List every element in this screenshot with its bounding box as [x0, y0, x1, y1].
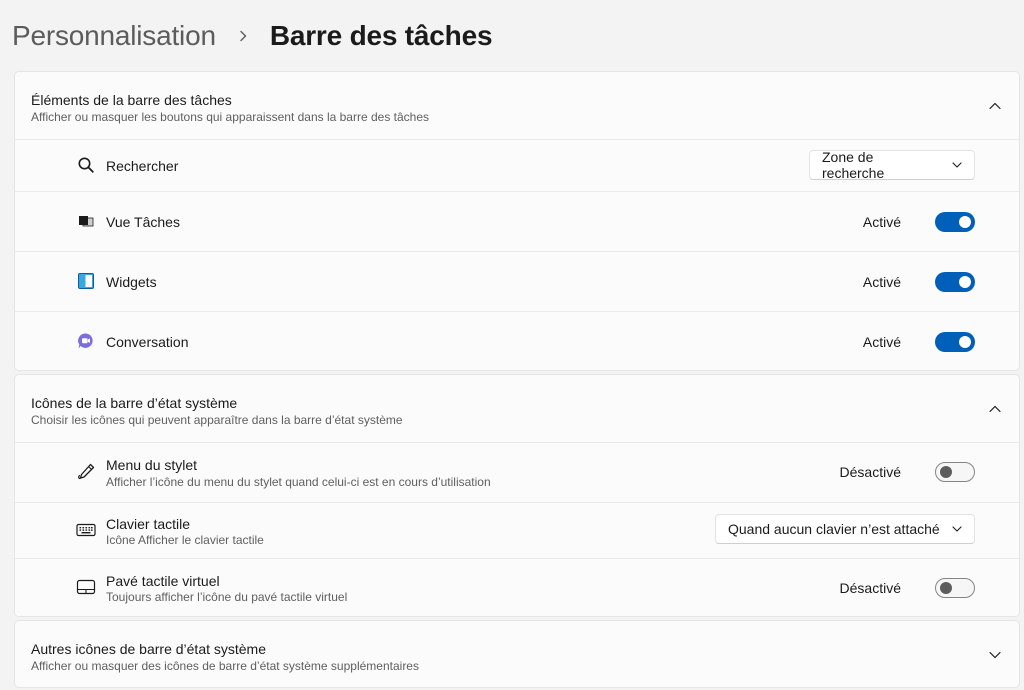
dropdown-value: Quand aucun clavier n’est attaché [728, 521, 940, 537]
touchpad-icon [75, 576, 97, 598]
pen-menu-toggle[interactable] [935, 462, 975, 482]
other-tray-icons-header[interactable]: Autres icônes de barre d’état système Af… [15, 621, 1019, 687]
toggle-knob [940, 466, 952, 478]
section-title: Éléments de la barre des tâches [31, 92, 232, 108]
setting-row-widgets: Widgets Activé [15, 251, 1019, 311]
row-label: Rechercher [106, 158, 179, 174]
setting-row-task-view: Vue Tâches Activé [15, 191, 1019, 251]
pen-icon [75, 461, 97, 483]
toggle-state-label: Activé [862, 274, 901, 290]
search-mode-dropdown[interactable]: Zone de recherche [809, 149, 975, 181]
toggle-state-label: Activé [862, 214, 901, 230]
toggle-group: Activé [863, 272, 975, 292]
toggle-group: Activé [863, 212, 975, 232]
chevron-up-icon[interactable] [987, 401, 1003, 417]
row-description: Icône Afficher le clavier tactile [106, 533, 264, 547]
other-tray-icons-card: Autres icônes de barre d’état système Af… [14, 620, 1020, 688]
toggle-knob [940, 582, 952, 594]
chevron-right-icon [232, 25, 254, 47]
breadcrumb: Personnalisation Barre des tâches [12, 16, 493, 56]
toggle-state-label: Désactivé [839, 464, 901, 480]
row-description: Afficher l’icône du menu du stylet quand… [106, 475, 491, 489]
chevron-down-icon[interactable] [987, 647, 1003, 663]
toggle-group: Désactivé [840, 462, 975, 482]
toggle-state-label: Désactivé [839, 580, 901, 596]
taskbar-items-header[interactable]: Éléments de la barre des tâches Afficher… [15, 72, 1019, 139]
section-description: Afficher ou masquer des icônes de barre … [31, 659, 419, 673]
search-icon [75, 154, 97, 176]
row-label: Clavier tactile [106, 516, 191, 532]
chevron-down-icon [952, 162, 962, 168]
system-tray-icons-card: Icônes de la barre d’état système Choisi… [14, 374, 1020, 617]
section-title: Icônes de la barre d’état système [31, 395, 238, 411]
toggle-group: Désactivé [840, 578, 975, 598]
toggle-group: Activé [863, 332, 975, 352]
setting-row-virtual-touchpad: Pavé tactile virtuel Toujours afficher l… [15, 558, 1019, 616]
chat-toggle[interactable] [935, 332, 975, 352]
dropdown-value: Zone de recherche [822, 149, 885, 181]
widgets-icon [75, 270, 97, 292]
chat-icon [75, 330, 97, 352]
system-tray-icons-header[interactable]: Icônes de la barre d’état système Choisi… [15, 375, 1019, 442]
chevron-down-icon [952, 526, 962, 532]
toggle-knob [959, 216, 971, 228]
setting-row-search: Rechercher Zone de recherche [15, 139, 1019, 191]
taskbar-items-card: Éléments de la barre des tâches Afficher… [14, 71, 1020, 371]
breadcrumb-parent-link[interactable]: Personnalisation [12, 20, 216, 52]
widgets-toggle[interactable] [935, 272, 975, 292]
row-label: Menu du stylet [106, 457, 198, 473]
touch-keyboard-dropdown[interactable]: Quand aucun clavier n’est attaché [715, 514, 975, 544]
toggle-knob [959, 276, 971, 288]
row-description: Toujours afficher l’icône du pavé tactil… [106, 590, 348, 604]
setting-row-pen-menu: Menu du stylet Afficher l’icône du menu … [15, 442, 1019, 502]
toggle-knob [959, 336, 971, 348]
settings-page: Personnalisation Barre des tâches Élémen… [0, 0, 1024, 690]
setting-row-touch-keyboard: Clavier tactile Icône Afficher le clavie… [15, 502, 1019, 558]
keyboard-icon [75, 519, 97, 541]
chevron-up-icon[interactable] [987, 98, 1003, 114]
setting-row-chat: Conversation Activé [15, 311, 1019, 370]
virtual-touchpad-toggle[interactable] [935, 578, 975, 598]
section-title: Autres icônes de barre d’état système [31, 641, 267, 657]
row-label: Widgets [106, 274, 157, 290]
row-label: Conversation [106, 334, 189, 350]
row-label: Pavé tactile virtuel [106, 573, 220, 589]
row-label: Vue Tâches [106, 214, 180, 230]
page-title: Barre des tâches [269, 20, 493, 51]
task-view-toggle[interactable] [935, 212, 975, 232]
section-description: Choisir les icônes qui peuvent apparaîtr… [31, 413, 403, 427]
task-view-icon [75, 210, 97, 232]
toggle-state-label: Activé [862, 334, 901, 350]
section-description: Afficher ou masquer les boutons qui appa… [31, 110, 430, 124]
